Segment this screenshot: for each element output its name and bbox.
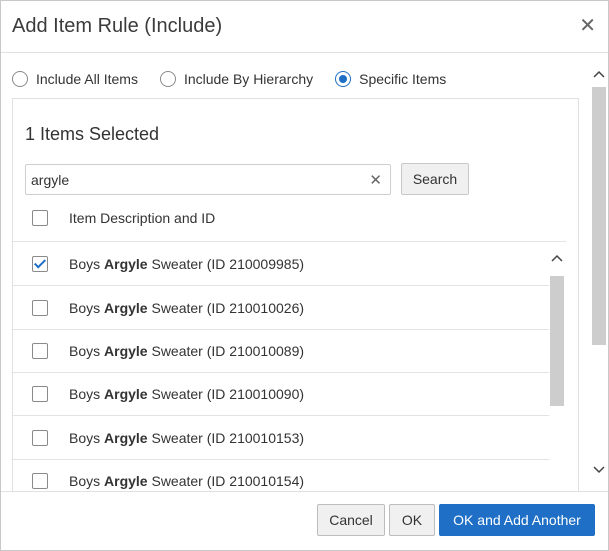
- match-highlight: Argyle: [104, 256, 148, 272]
- item-description: Boys Argyle Sweater (ID 210010026): [69, 300, 305, 316]
- select-all-checkbox[interactable]: [32, 210, 48, 226]
- item-description: Boys Argyle Sweater (ID 210010089): [69, 343, 305, 359]
- match-highlight: Argyle: [104, 430, 148, 446]
- radio-specific-items[interactable]: Specific Items: [335, 71, 446, 87]
- list-scrollbar[interactable]: [549, 243, 565, 491]
- clear-icon[interactable]: ✕: [369, 171, 382, 189]
- chevron-up-icon[interactable]: [551, 253, 563, 265]
- dialog-body: Include All Items Include By Hierarchy S…: [1, 54, 608, 491]
- table-row[interactable]: Boys Argyle Sweater (ID 210010154): [13, 460, 549, 491]
- chevron-up-icon[interactable]: [593, 69, 605, 81]
- item-description: Boys Argyle Sweater (ID 210010153): [69, 430, 305, 446]
- cancel-button[interactable]: Cancel: [317, 504, 385, 536]
- search-box: ✕: [25, 164, 391, 195]
- table-row[interactable]: Boys Argyle Sweater (ID 210010026): [13, 287, 549, 330]
- match-highlight: Argyle: [104, 386, 148, 402]
- items-selected-count: 1 Items Selected: [25, 124, 160, 144]
- close-icon[interactable]: ✕: [579, 15, 596, 37]
- dialog-title: Add Item Rule (Include): [12, 15, 223, 37]
- ok-and-add-another-button[interactable]: OK and Add Another: [439, 504, 595, 536]
- add-item-rule-dialog: Add Item Rule (Include) ✕ Include All It…: [0, 0, 609, 551]
- dialog-footer: Cancel OK OK and Add Another: [1, 491, 608, 550]
- ok-button[interactable]: OK: [389, 504, 435, 536]
- chevron-down-icon[interactable]: [593, 463, 605, 475]
- search-button[interactable]: Search: [401, 163, 469, 195]
- radio-include-by-hierarchy[interactable]: Include By Hierarchy: [159, 71, 314, 87]
- match-highlight: Argyle: [104, 473, 148, 489]
- radio-button[interactable]: [12, 71, 28, 87]
- item-description: Boys Argyle Sweater (ID 210009985): [69, 256, 305, 272]
- table-row[interactable]: Boys Argyle Sweater (ID 210010090): [13, 373, 549, 416]
- list-scrollbar-thumb[interactable]: [550, 276, 564, 406]
- radio-button[interactable]: [159, 71, 176, 87]
- match-highlight: Argyle: [104, 343, 148, 359]
- item-description: Boys Argyle Sweater (ID 210010090): [69, 386, 305, 402]
- row-checkbox[interactable]: [32, 430, 48, 446]
- row-checkbox[interactable]: [32, 386, 48, 402]
- table-row[interactable]: Boys Argyle Sweater (ID 210010153): [13, 417, 549, 460]
- radio-label: Include By Hierarchy: [183, 71, 314, 87]
- row-checkbox[interactable]: [32, 343, 48, 359]
- radio-include-all-items[interactable]: Include All Items: [12, 71, 138, 87]
- row-checkbox[interactable]: [32, 256, 48, 272]
- column-header-item-description: Item Description and ID: [69, 210, 216, 226]
- items-list: Boys Argyle Sweater (ID 210009985) Boys …: [13, 243, 566, 491]
- radio-label: Specific Items: [359, 71, 447, 87]
- item-description: Boys Argyle Sweater (ID 210010154): [69, 473, 305, 489]
- specific-items-panel: 1 Items Selected ✕ Search Item Descripti…: [12, 98, 579, 491]
- table-row[interactable]: Boys Argyle Sweater (ID 210009985): [13, 243, 549, 286]
- table-header: Item Description and ID: [13, 207, 566, 242]
- row-checkbox[interactable]: [32, 300, 48, 316]
- dialog-header: Add Item Rule (Include) ✕: [1, 1, 608, 53]
- dialog-scrollbar[interactable]: [590, 61, 608, 489]
- table-row[interactable]: Boys Argyle Sweater (ID 210010089): [13, 330, 549, 373]
- search-input[interactable]: [31, 165, 361, 194]
- item-scope-radio-group: Include All Items Include By Hierarchy S…: [12, 69, 468, 89]
- dialog-scrollbar-thumb[interactable]: [592, 87, 606, 345]
- match-highlight: Argyle: [104, 300, 148, 316]
- row-checkbox[interactable]: [32, 473, 48, 489]
- radio-button[interactable]: [335, 71, 352, 87]
- radio-label: Include All Items: [36, 71, 138, 87]
